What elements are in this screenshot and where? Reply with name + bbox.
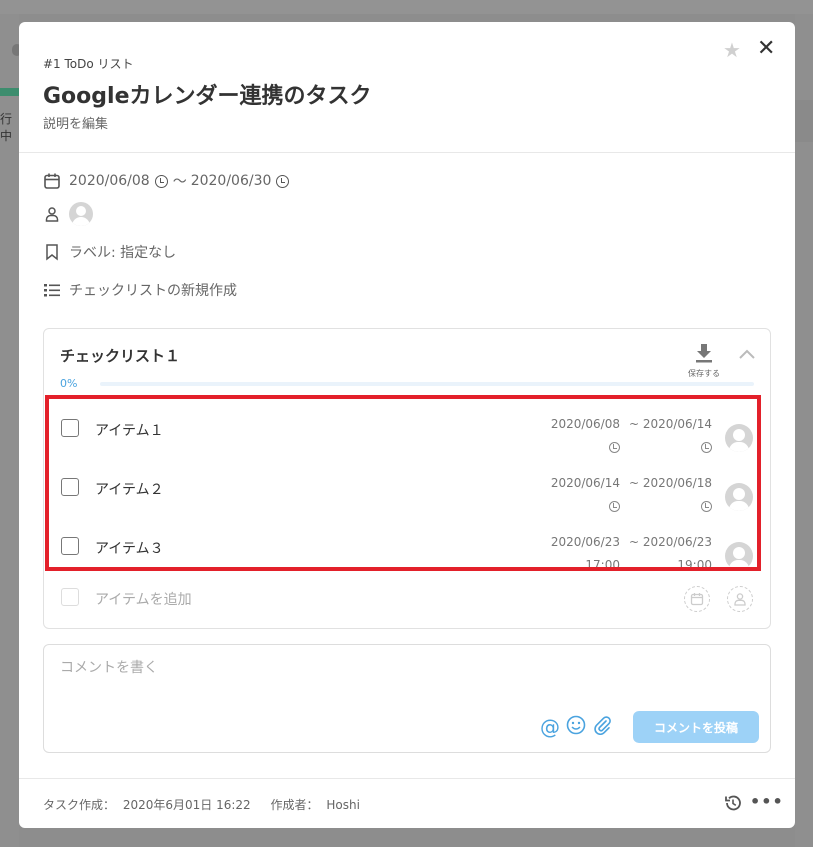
item-start-date[interactable]: 2020/06/14 xyxy=(540,476,620,490)
start-time-clock-icon[interactable] xyxy=(154,174,168,188)
item-start-date[interactable]: 2020/06/08 xyxy=(540,417,620,431)
item-end-clock-icon[interactable] xyxy=(701,501,712,512)
background-right xyxy=(795,14,813,847)
item-name[interactable]: アイテム２ xyxy=(95,479,164,499)
close-icon[interactable]: ✕ xyxy=(757,36,775,61)
task-title[interactable]: Googleカレンダー連携のタスク xyxy=(43,78,372,110)
background-left: 行中 xyxy=(0,14,22,847)
attachment-icon[interactable] xyxy=(592,715,612,739)
item-assignee-avatar[interactable] xyxy=(725,424,753,452)
calendar-icon xyxy=(43,172,61,190)
item-assignee-avatar[interactable] xyxy=(725,483,753,511)
checklist-item[interactable]: アイテム３ 2020/06/23 ~ 2020/06/23 17:00 19:0… xyxy=(44,525,770,584)
comment-tools: @ xyxy=(540,715,612,739)
add-item-row[interactable]: アイテムを追加 xyxy=(44,579,770,619)
list-icon xyxy=(43,281,61,299)
save-label: 保存する xyxy=(688,369,720,378)
history-icon[interactable] xyxy=(723,793,743,817)
label-row[interactable]: ラベル: 指定なし xyxy=(43,242,176,262)
item-name[interactable]: アイテム３ xyxy=(95,538,164,558)
assignee-avatar[interactable] xyxy=(69,202,93,226)
mention-icon[interactable]: @ xyxy=(540,717,560,737)
date-range-row[interactable]: 2020/06/08 ～ 2020/06/30 xyxy=(43,171,294,191)
background-progress-bar xyxy=(0,88,19,96)
more-options-icon[interactable]: ••• xyxy=(750,792,784,811)
progress-percent: 0% xyxy=(60,377,78,390)
created-label: タスク作成： xyxy=(43,798,116,812)
checklist-panel: チェックリスト１ 保存する 0% アイテム１ 2020/06/08 ~ 2020… xyxy=(43,328,771,629)
item-end-time[interactable]: 19:00 xyxy=(634,558,712,572)
person-icon xyxy=(43,205,61,223)
add-item-checkbox xyxy=(61,588,79,606)
add-item-input[interactable]: アイテムを追加 xyxy=(95,589,192,609)
background-tab-text: 行中 xyxy=(0,112,13,143)
save-checklist-button[interactable]: 保存する xyxy=(686,343,722,379)
checklist-item[interactable]: アイテム２ 2020/06/14 ~ 2020/06/18 xyxy=(44,466,770,525)
item-start-date[interactable]: 2020/06/23 xyxy=(540,535,620,549)
bookmark-icon xyxy=(43,243,61,261)
task-footer: タスク作成： 2020年6月01日 16:22 作成者： Hoshi xyxy=(43,796,364,813)
post-comment-button[interactable]: コメントを投稿 xyxy=(633,711,759,743)
emoji-icon[interactable] xyxy=(566,715,586,739)
assignee-row[interactable] xyxy=(43,202,93,226)
item-end-date[interactable]: 2020/06/23 xyxy=(634,535,712,549)
new-checklist-label[interactable]: チェックリストの新規作成 xyxy=(69,280,237,300)
background-header xyxy=(0,0,813,14)
item-assignee-avatar[interactable] xyxy=(725,542,753,570)
item-end-clock-icon[interactable] xyxy=(701,442,712,453)
start-date[interactable]: 2020/06/08 xyxy=(69,173,150,189)
item-checkbox[interactable] xyxy=(61,478,79,496)
progress-bar xyxy=(100,382,754,386)
item-end-date[interactable]: 2020/06/14 xyxy=(634,417,712,431)
footer-divider xyxy=(19,778,795,779)
edit-description-link[interactable]: 説明を編集 xyxy=(43,113,108,132)
new-checklist-row[interactable]: チェックリストの新規作成 xyxy=(43,280,237,300)
end-time-clock-icon[interactable] xyxy=(276,174,290,188)
item-start-clock-icon[interactable] xyxy=(609,501,620,512)
comment-input[interactable]: コメントを書く xyxy=(60,657,158,677)
label-text[interactable]: ラベル: 指定なし xyxy=(69,242,176,262)
author-value: Hoshi xyxy=(326,798,360,812)
download-icon xyxy=(696,344,712,363)
item-checkbox[interactable] xyxy=(61,537,79,555)
checklist-item[interactable]: アイテム１ 2020/06/08 ~ 2020/06/14 xyxy=(44,407,770,466)
date-range-separator: ～ xyxy=(172,174,187,190)
item-start-time[interactable]: 17:00 xyxy=(540,558,620,572)
background-band xyxy=(795,100,813,142)
comment-box[interactable]: コメントを書く @ コメントを投稿 xyxy=(43,644,771,753)
checklist-title[interactable]: チェックリスト１ xyxy=(60,345,180,366)
item-name[interactable]: アイテム１ xyxy=(95,420,164,440)
header-divider xyxy=(19,152,795,153)
author-label: 作成者： xyxy=(270,798,319,812)
assignee-icon[interactable] xyxy=(727,586,753,612)
created-value: 2020年6月01日 16:22 xyxy=(122,798,251,812)
item-end-date[interactable]: 2020/06/18 xyxy=(634,476,712,490)
star-icon[interactable]: ★ xyxy=(723,38,741,62)
task-modal: #1 ToDo リスト Googleカレンダー連携のタスク 説明を編集 ★ ✕ … xyxy=(19,22,795,828)
item-start-clock-icon[interactable] xyxy=(609,442,620,453)
breadcrumb[interactable]: #1 ToDo リスト xyxy=(43,55,134,72)
collapse-icon[interactable] xyxy=(738,345,756,364)
item-checkbox[interactable] xyxy=(61,419,79,437)
end-date[interactable]: 2020/06/30 xyxy=(191,173,272,189)
calendar-icon[interactable] xyxy=(684,586,710,612)
